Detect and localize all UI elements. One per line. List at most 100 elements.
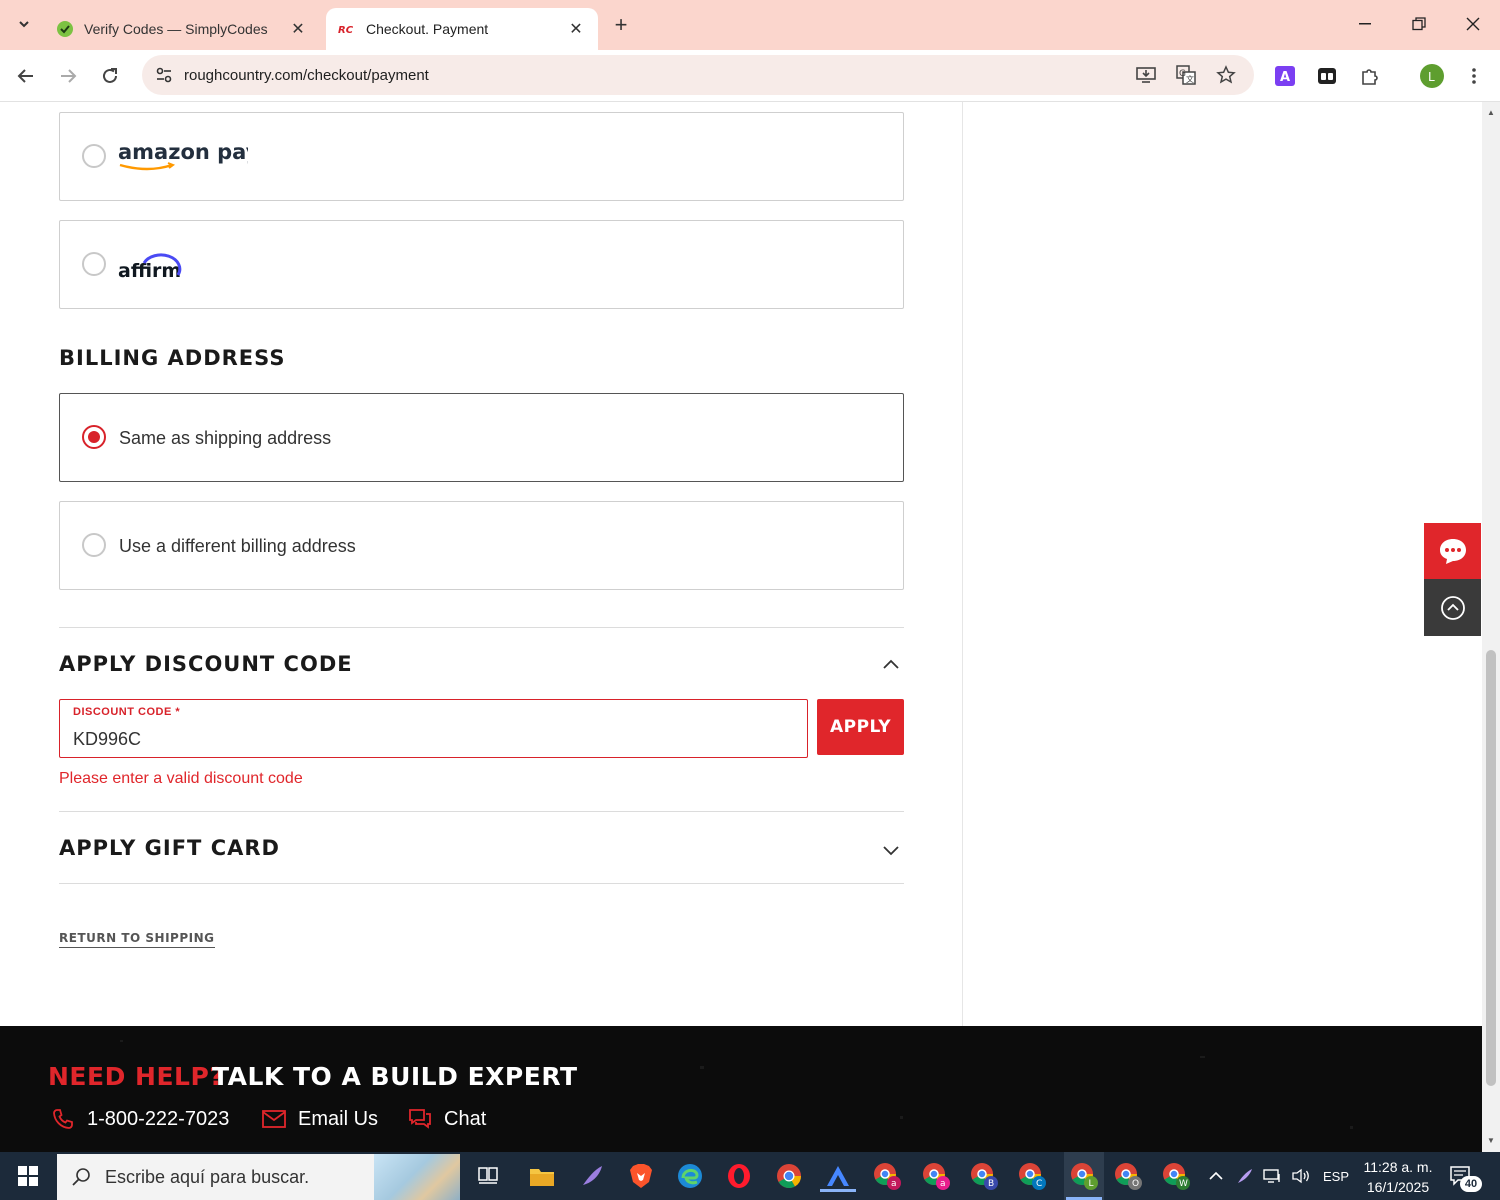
network-icon[interactable] [1262, 1152, 1282, 1200]
tab-simplycodes[interactable]: Verify Codes — SimplyCodes ✕ [44, 8, 320, 50]
browser-toolbar: roughcountry.com/checkout/payment G文 A L [0, 50, 1500, 102]
radio-affirm[interactable] [82, 252, 106, 276]
site-settings-icon[interactable] [146, 57, 182, 93]
phone-number: 1-800-222-7023 [87, 1107, 230, 1130]
chevron-up-icon[interactable] [880, 654, 902, 676]
minimize-icon[interactable] [1338, 0, 1392, 48]
amazon-pay-logo: amazon pay [118, 135, 260, 176]
discount-code-label: DISCOUNT CODE * [73, 706, 181, 718]
phone-icon [50, 1106, 76, 1132]
pen-tray-icon[interactable] [1236, 1152, 1254, 1200]
apply-discount-button[interactable]: APPLY [817, 699, 904, 755]
chat-bubble-icon [1439, 539, 1466, 564]
radio-different-billing[interactable] [82, 533, 106, 557]
chrome-profile-a2-icon[interactable]: a [920, 1160, 952, 1192]
system-clock[interactable]: 11:28 a. m. 16/1/2025 [1358, 1157, 1438, 1197]
profile-badge-letter: C [1036, 1179, 1042, 1189]
chrome-profile-b-icon[interactable]: B [968, 1160, 1000, 1192]
scroll-to-top-button[interactable] [1424, 579, 1481, 636]
profile-badge-letter: O [1132, 1179, 1139, 1189]
affirm-logo-text: affirm [118, 260, 181, 282]
email-us-label: Email Us [298, 1107, 379, 1130]
forward-icon[interactable] [52, 60, 84, 92]
checkout-page: amazon pay affirm BILLING ADDRESS Same a… [0, 102, 1482, 1026]
restore-icon[interactable] [1392, 0, 1446, 48]
chrome-profile-l-icon[interactable]: L [1064, 1152, 1104, 1200]
chat-contact-link[interactable]: Chat [407, 1106, 486, 1132]
install-app-icon[interactable] [1132, 61, 1160, 89]
extension-a-icon[interactable]: A [1271, 62, 1299, 90]
discount-error-message: Please enter a valid discount code [59, 770, 303, 787]
show-hidden-icons[interactable] [1208, 1152, 1224, 1200]
sidebar-divider [962, 102, 963, 1026]
billing-option-different[interactable]: Use a different billing address [59, 501, 904, 590]
browser-menu-icon[interactable] [1460, 62, 1488, 90]
brave-icon[interactable] [625, 1160, 657, 1192]
new-tab-button[interactable]: + [606, 10, 636, 40]
phone-contact-link[interactable]: 1-800-222-7023 [50, 1106, 229, 1132]
email-contact-link[interactable]: Email Us [261, 1106, 378, 1132]
edge-icon[interactable] [674, 1160, 706, 1192]
file-explorer-icon[interactable] [526, 1160, 558, 1192]
bookmark-star-icon[interactable] [1212, 61, 1240, 89]
tab-search-chevron-icon[interactable] [10, 10, 38, 38]
language-indicator[interactable]: ESP [1323, 1152, 1349, 1200]
profile-initial: L [1428, 70, 1435, 84]
profile-badge-letter: W [1179, 1179, 1188, 1189]
extension-reader-icon[interactable] [1313, 62, 1341, 90]
chrome-profile-c-icon[interactable]: C [1016, 1160, 1048, 1192]
chrome-icon[interactable] [773, 1160, 805, 1192]
tab-close-icon[interactable]: ✕ [288, 19, 308, 39]
taskbar-search-box[interactable]: Escribe aquí para buscar. [57, 1154, 460, 1200]
feather-app-icon[interactable] [576, 1160, 608, 1192]
svg-text:文: 文 [1186, 74, 1194, 84]
scroll-down-arrow-icon[interactable]: ▼ [1486, 1136, 1496, 1146]
tab-title: Checkout. Payment [366, 21, 489, 37]
profile-badge-letter: a [940, 1179, 946, 1189]
chrome-profile-o-icon[interactable]: O [1112, 1160, 1144, 1192]
tab-checkout-payment[interactable]: RC Checkout. Payment ✕ [326, 8, 598, 50]
billing-option-same[interactable]: Same as shipping address [59, 393, 904, 482]
gift-card-title[interactable]: APPLY GIFT CARD [59, 836, 280, 860]
reload-icon[interactable] [94, 60, 126, 92]
extensions-puzzle-icon[interactable] [1356, 62, 1384, 90]
volume-icon[interactable] [1291, 1152, 1311, 1200]
tab-close-icon[interactable]: ✕ [566, 19, 586, 39]
build-expert-heading: TALK TO A BUILD EXPERT [212, 1062, 578, 1091]
discount-code-title[interactable]: APPLY DISCOUNT CODE [59, 652, 353, 676]
taskbar-search-placeholder: Escribe aquí para buscar. [105, 1166, 310, 1187]
task-view-icon[interactable] [472, 1160, 504, 1192]
profile-badge-letter: a [891, 1179, 897, 1189]
notification-count-badge: 40 [1460, 1176, 1482, 1192]
radio-same-as-shipping[interactable] [82, 425, 106, 449]
windows-start-icon[interactable] [0, 1152, 56, 1200]
address-bar[interactable]: roughcountry.com/checkout/payment G文 [142, 55, 1254, 95]
chrome-profile-a-icon[interactable]: a [871, 1160, 903, 1192]
discount-code-field[interactable]: DISCOUNT CODE * [59, 699, 808, 758]
back-icon[interactable] [10, 60, 42, 92]
amazon-pay-logo-text: amazon pay [118, 140, 248, 164]
search-icon [57, 1167, 105, 1187]
roughcountry-favicon-icon: RC [338, 20, 356, 38]
chevron-down-icon[interactable] [880, 839, 902, 861]
payment-option-amazon-pay[interactable]: amazon pay [59, 112, 904, 201]
vpn-app-icon[interactable] [820, 1160, 856, 1192]
page-scrollbar[interactable]: ▲ ▼ [1482, 102, 1500, 1152]
payment-option-affirm[interactable]: affirm [59, 220, 904, 309]
notifications-button[interactable]: 40 [1450, 1152, 1482, 1200]
billing-option-label: Use a different billing address [119, 536, 356, 556]
radio-amazon-pay[interactable] [82, 144, 106, 168]
svg-text:G: G [1179, 69, 1186, 79]
url-text: roughcountry.com/checkout/payment [184, 66, 429, 84]
scroll-up-arrow-icon[interactable]: ▲ [1486, 108, 1496, 118]
translate-icon[interactable]: G文 [1172, 61, 1200, 89]
opera-icon[interactable] [723, 1160, 755, 1192]
need-help-heading: NEED HELP? [48, 1062, 225, 1091]
chat-widget-button[interactable] [1424, 523, 1481, 579]
return-to-shipping-link[interactable]: RETURN TO SHIPPING [59, 931, 215, 948]
profile-avatar[interactable]: L [1418, 62, 1446, 90]
chrome-profile-w-icon[interactable]: W [1160, 1160, 1192, 1192]
scrollbar-thumb[interactable] [1486, 650, 1496, 1086]
discount-code-input[interactable] [73, 726, 773, 752]
window-close-icon[interactable] [1446, 0, 1500, 48]
